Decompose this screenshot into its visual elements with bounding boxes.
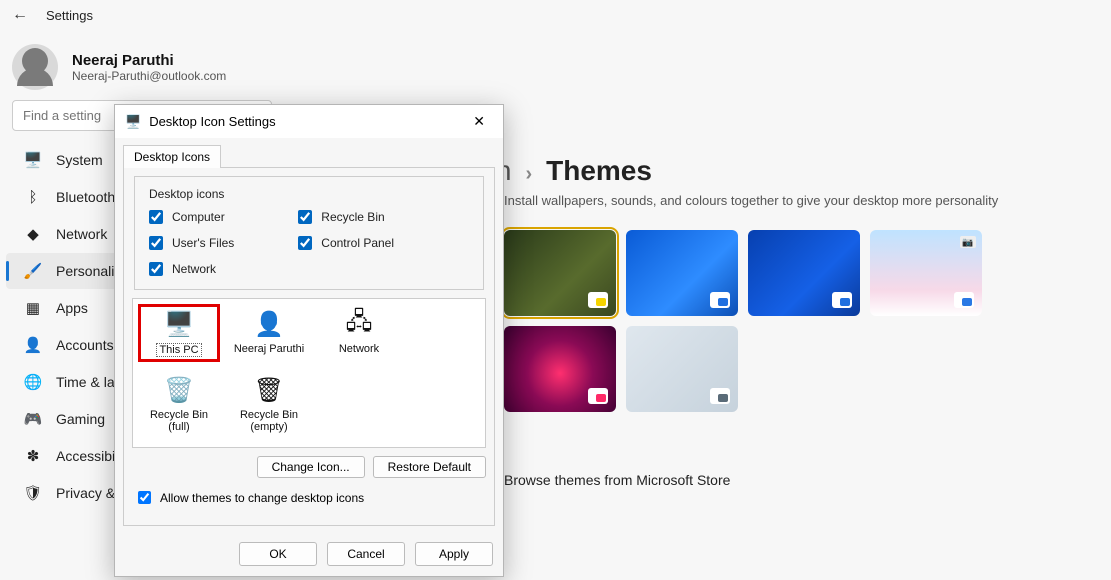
sidebar-item-label: Apps [56,300,88,316]
store-link-label: Browse themes from Microsoft Store [504,472,730,488]
avatar [12,44,58,90]
icon-network[interactable]: 🖧 Network [323,309,395,357]
accent-swatch [710,388,730,404]
dialog-titlebar[interactable]: 🖥️ Desktop Icon Settings ✕ [115,105,503,138]
theme-tile-0[interactable] [504,230,616,316]
checkbox-user-s-files[interactable]: User's Files [145,233,234,253]
breadcrumb-current: Themes [546,155,652,187]
checkbox-label: Network [172,262,216,276]
icon-label: This PC [156,343,201,357]
topbar: ← Settings [0,0,1111,30]
sidebar-icon: 🌐 [24,373,42,391]
sidebar-icon: ✽ [24,447,42,465]
desktop-icon: 👤 [251,309,287,339]
sidebar-icon: ▦ [24,299,42,317]
user-name: Neeraj Paruthi [72,52,226,69]
theme-tile-1[interactable] [626,230,738,316]
icon-label: Recycle Bin (full) [143,409,215,433]
accent-swatch [588,292,608,308]
group-title: Desktop icons [145,187,228,201]
restore-default-button[interactable]: Restore Default [373,456,486,478]
monitor-icon: 🖥️ [125,114,141,130]
icon-label: Network [339,343,379,355]
icon-label: Neeraj Paruthi [234,343,304,355]
sidebar-item-label: System [56,152,103,168]
icon-label: Recycle Bin (empty) [233,409,305,433]
theme-tile-4[interactable] [504,326,616,412]
allow-themes-label: Allow themes to change desktop icons [160,491,364,505]
checkbox-computer[interactable]: Computer [145,207,234,227]
accent-swatch [954,292,974,308]
desktop-icon: 🗑️ [161,375,197,405]
change-icon-button[interactable]: Change Icon... [257,456,365,478]
desktop-icon: 🗑 [251,375,287,405]
icon-preview-grid: 🖥️ This PC 👤 Neeraj Paruthi 🖧 Network 🗑️ Recycl… [132,298,486,448]
theme-tile-2[interactable] [748,230,860,316]
sidebar-icon: 🛡 [24,484,42,502]
cancel-button[interactable]: Cancel [327,542,405,566]
checkbox-label: Computer [172,210,225,224]
close-button[interactable]: ✕ [465,111,493,132]
tab-desktop-icons[interactable]: Desktop Icons [123,145,221,168]
theme-tile-5[interactable] [626,326,738,412]
page-subtitle: Install wallpapers, sounds, and colours … [504,193,1081,208]
checkbox-network[interactable]: Network [145,259,234,279]
sidebar-icon: ᛒ [24,188,42,206]
chevron-right-icon: › [525,163,532,186]
theme-tile-3[interactable]: 📷 [870,230,982,316]
allow-themes-checkbox[interactable]: Allow themes to change desktop icons [132,478,486,517]
desktop-icon-settings-dialog: 🖥️ Desktop Icon Settings ✕ Desktop Icons… [114,104,504,577]
accent-swatch [588,388,608,404]
sidebar-icon: 🎮 [24,410,42,428]
accent-swatch [710,292,730,308]
sidebar-icon: ◆ [24,225,42,243]
desktop-icon: 🖥️ [161,309,197,339]
sidebar-item-label: Accounts [56,337,114,353]
camera-icon: 📷 [960,236,976,248]
checkbox-control-panel[interactable]: Control Panel [294,233,394,253]
icon-recycle-bin-full-[interactable]: 🗑️ Recycle Bin (full) [143,375,215,433]
desktop-icons-group: Desktop icons Computer User's Files Networ… [134,176,484,290]
icon-neeraj-paruthi[interactable]: 👤 Neeraj Paruthi [233,309,305,357]
desktop-icon: 🖧 [341,309,377,339]
user-email: Neeraj-Paruthi@outlook.com [72,69,226,83]
checkbox-label: Control Panel [321,236,394,250]
checkbox-label: Recycle Bin [321,210,384,224]
checkbox-recycle-bin[interactable]: Recycle Bin [294,207,394,227]
sidebar-item-label: Bluetooth [56,189,115,205]
sidebar-item-label: Gaming [56,411,105,427]
dialog-title: Desktop Icon Settings [149,114,275,129]
apply-button[interactable]: Apply [415,542,493,566]
store-link-row[interactable]: Browse themes from Microsoft Store [504,412,1081,498]
user-card[interactable]: Neeraj Paruthi Neeraj-Paruthi@outlook.co… [0,30,1111,96]
app-title: Settings [46,8,93,23]
sidebar-icon: 🖌️ [24,262,42,280]
accent-swatch [832,292,852,308]
back-button[interactable]: ← [12,6,28,24]
sidebar-icon: 👤 [24,336,42,354]
icon-recycle-bin-empty-[interactable]: 🗑 Recycle Bin (empty) [233,375,305,433]
icon-this-pc[interactable]: 🖥️ This PC [143,309,215,357]
sidebar-item-label: Network [56,226,107,242]
themes-grid: 📷 [504,230,1081,412]
sidebar-icon: 🖥️ [24,151,42,169]
checkbox-label: User's Files [172,236,234,250]
ok-button[interactable]: OK [239,542,317,566]
